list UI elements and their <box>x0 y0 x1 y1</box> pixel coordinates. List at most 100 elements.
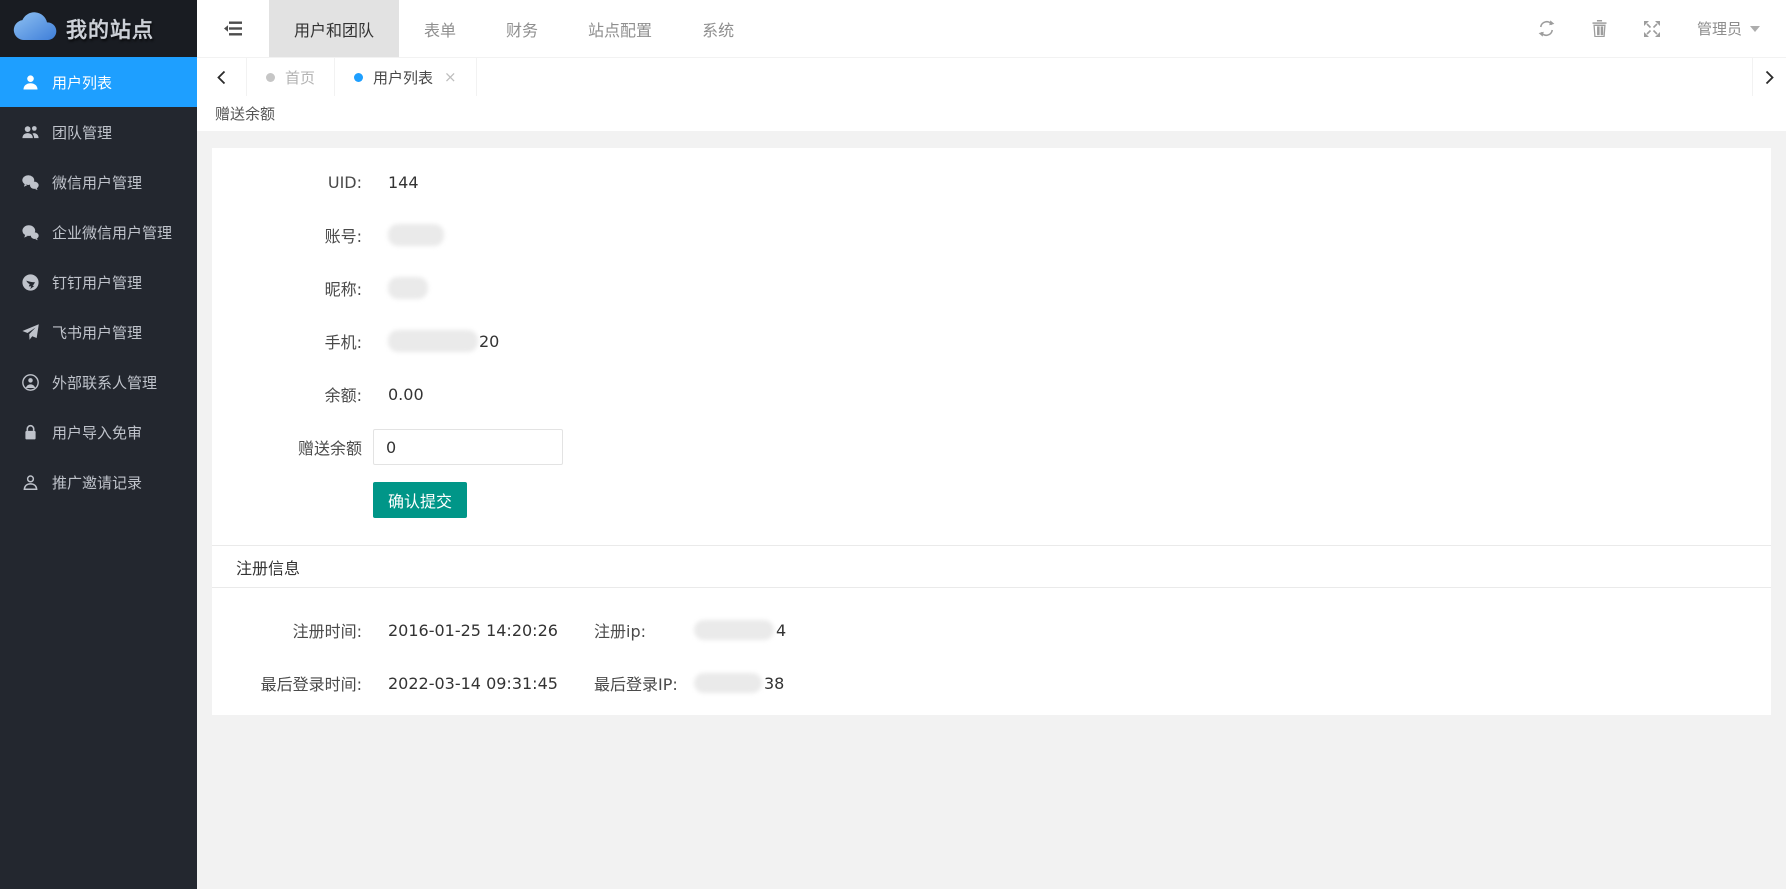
field-value: 20 <box>388 330 499 352</box>
sidebar-item-user-list[interactable]: 用户列表 <box>0 57 197 107</box>
sidebar-item-user-import[interactable]: 用户导入免审 <box>0 407 197 457</box>
field-value: 0.00 <box>388 385 424 404</box>
sidebar-item-wechat-users[interactable]: 微信用户管理 <box>0 157 197 207</box>
field-value <box>388 277 428 299</box>
tab-status-dot <box>354 73 363 82</box>
field-value: 144 <box>388 173 419 192</box>
sidebar-item-label: 微信用户管理 <box>52 172 142 193</box>
value-suffix: 38 <box>764 674 784 693</box>
field-row-uid: UID: 144 <box>212 164 1771 200</box>
contact-circle-icon <box>22 374 39 391</box>
brand-logo[interactable]: 我的站点 <box>0 0 197 57</box>
tab-close-icon[interactable]: × <box>444 68 457 86</box>
sidebar-item-label: 用户列表 <box>52 72 112 93</box>
nav-tab-label: 表单 <box>424 17 456 41</box>
nav-tab-forms[interactable]: 表单 <box>399 0 481 57</box>
doc-tab-label: 用户列表 <box>373 67 433 88</box>
sidebar-item-external-contacts[interactable]: 外部联系人管理 <box>0 357 197 407</box>
trash-icon <box>1592 20 1607 37</box>
reg-value: 2016-01-25 14:20:26 <box>388 621 594 640</box>
registration-section-header: 注册信息 <box>212 545 1771 588</box>
refresh-icon <box>1538 20 1555 37</box>
content-area: UID: 144 账号: 昵称: 手机: 20 余额: 0.00 赠送余额 <box>197 131 1786 889</box>
sidebar-item-team[interactable]: 团队管理 <box>0 107 197 157</box>
submit-row: 确认提交 <box>212 482 1771 518</box>
field-label: UID: <box>212 173 362 192</box>
chevron-down-icon <box>1750 26 1760 32</box>
sidebar-item-invite-records[interactable]: 推广邀请记录 <box>0 457 197 507</box>
field-label: 账号: <box>212 223 362 247</box>
dingtalk-icon <box>22 274 39 291</box>
field-row-balance: 余额: 0.00 <box>212 376 1771 412</box>
team-icon <box>22 124 39 141</box>
collapse-sidebar-button[interactable] <box>197 0 269 57</box>
clear-cache-button[interactable] <box>1592 20 1607 37</box>
lock-icon <box>22 424 39 441</box>
user-menu[interactable]: 管理员 <box>1697 18 1760 39</box>
field-row-phone: 手机: 20 <box>212 323 1771 359</box>
value-suffix: 4 <box>776 621 786 640</box>
fullscreen-button[interactable] <box>1644 21 1660 37</box>
nav-tab-finance[interactable]: 财务 <box>481 0 563 57</box>
nav-tab-label: 用户和团队 <box>294 17 374 41</box>
field-label: 赠送余额 <box>212 435 362 459</box>
reg-label: 最后登录时间: <box>212 671 362 695</box>
field-row-account: 账号: <box>212 217 1771 253</box>
gift-balance-input[interactable] <box>373 429 563 465</box>
sidebar-item-feishu-users[interactable]: 飞书用户管理 <box>0 307 197 357</box>
header-actions: 管理员 <box>1538 0 1786 57</box>
section-title: 注册信息 <box>236 555 300 579</box>
redacted-value <box>694 620 774 640</box>
reg-value: 38 <box>694 673 784 693</box>
field-label: 昵称: <box>212 276 362 300</box>
registration-row: 最后登录时间: 2022-03-14 09:31:45 最后登录IP: 38 <box>212 665 1771 701</box>
redacted-value <box>388 277 428 299</box>
fullscreen-icon <box>1644 21 1660 37</box>
tab-scroll-left-button[interactable] <box>197 58 247 96</box>
reg-value: 4 <box>694 620 786 640</box>
redacted-value <box>388 224 444 246</box>
top-header: 用户和团队 表单 财务 站点配置 系统 管理员 <box>197 0 1786 57</box>
person-outline-icon <box>22 474 39 491</box>
reg-value: 2022-03-14 09:31:45 <box>388 674 594 693</box>
nav-tab-users-teams[interactable]: 用户和团队 <box>269 0 399 57</box>
sidebar-item-label: 企业微信用户管理 <box>52 222 172 243</box>
sidebar: 我的站点 用户列表 团队管理 微信用户管理 企业微信用户管理 钉钉用户管理 飞书… <box>0 0 197 889</box>
value-suffix: 20 <box>479 332 499 351</box>
sidebar-item-label: 用户导入免审 <box>52 422 142 443</box>
sidebar-item-label: 推广邀请记录 <box>52 472 142 493</box>
redacted-value <box>694 673 762 693</box>
main-area: 用户和团队 表单 财务 站点配置 系统 管理员 <box>197 0 1786 889</box>
user-menu-label: 管理员 <box>1697 18 1742 39</box>
page-title: 赠送余额 <box>215 103 275 124</box>
field-row-gift-balance: 赠送余额 <box>212 429 1771 465</box>
redacted-value <box>388 330 478 352</box>
sidebar-item-wecom-users[interactable]: 企业微信用户管理 <box>0 207 197 257</box>
submit-button[interactable]: 确认提交 <box>373 482 467 518</box>
nav-tab-label: 财务 <box>506 17 538 41</box>
reg-label: 最后登录IP: <box>594 671 694 695</box>
doc-tab-user-list[interactable]: 用户列表 × <box>335 58 477 96</box>
page-title-bar: 赠送余额 <box>197 96 1786 131</box>
doc-tab-label: 首页 <box>285 67 315 88</box>
nav-tab-label: 系统 <box>702 17 734 41</box>
field-label: 手机: <box>212 329 362 353</box>
reg-label: 注册时间: <box>212 618 362 642</box>
registration-row: 注册时间: 2016-01-25 14:20:26 注册ip: 4 <box>212 612 1771 648</box>
tab-scroll-right-button[interactable] <box>1752 58 1786 96</box>
document-tabbar: 首页 用户列表 × <box>197 57 1786 96</box>
nav-tab-site-config[interactable]: 站点配置 <box>563 0 677 57</box>
doc-tab-home[interactable]: 首页 <box>247 58 335 96</box>
field-row-nickname: 昵称: <box>212 270 1771 306</box>
chevron-left-icon <box>216 70 227 85</box>
user-icon <box>22 74 39 91</box>
wechat-icon <box>22 174 39 191</box>
reg-label: 注册ip: <box>594 618 694 642</box>
form-card: UID: 144 账号: 昵称: 手机: 20 余额: 0.00 赠送余额 <box>212 148 1771 715</box>
sidebar-item-dingtalk-users[interactable]: 钉钉用户管理 <box>0 257 197 307</box>
nav-tab-system[interactable]: 系统 <box>677 0 759 57</box>
paper-plane-icon <box>22 324 39 341</box>
wecom-icon <box>22 224 39 241</box>
refresh-button[interactable] <box>1538 20 1555 37</box>
cloud-icon <box>13 12 57 45</box>
